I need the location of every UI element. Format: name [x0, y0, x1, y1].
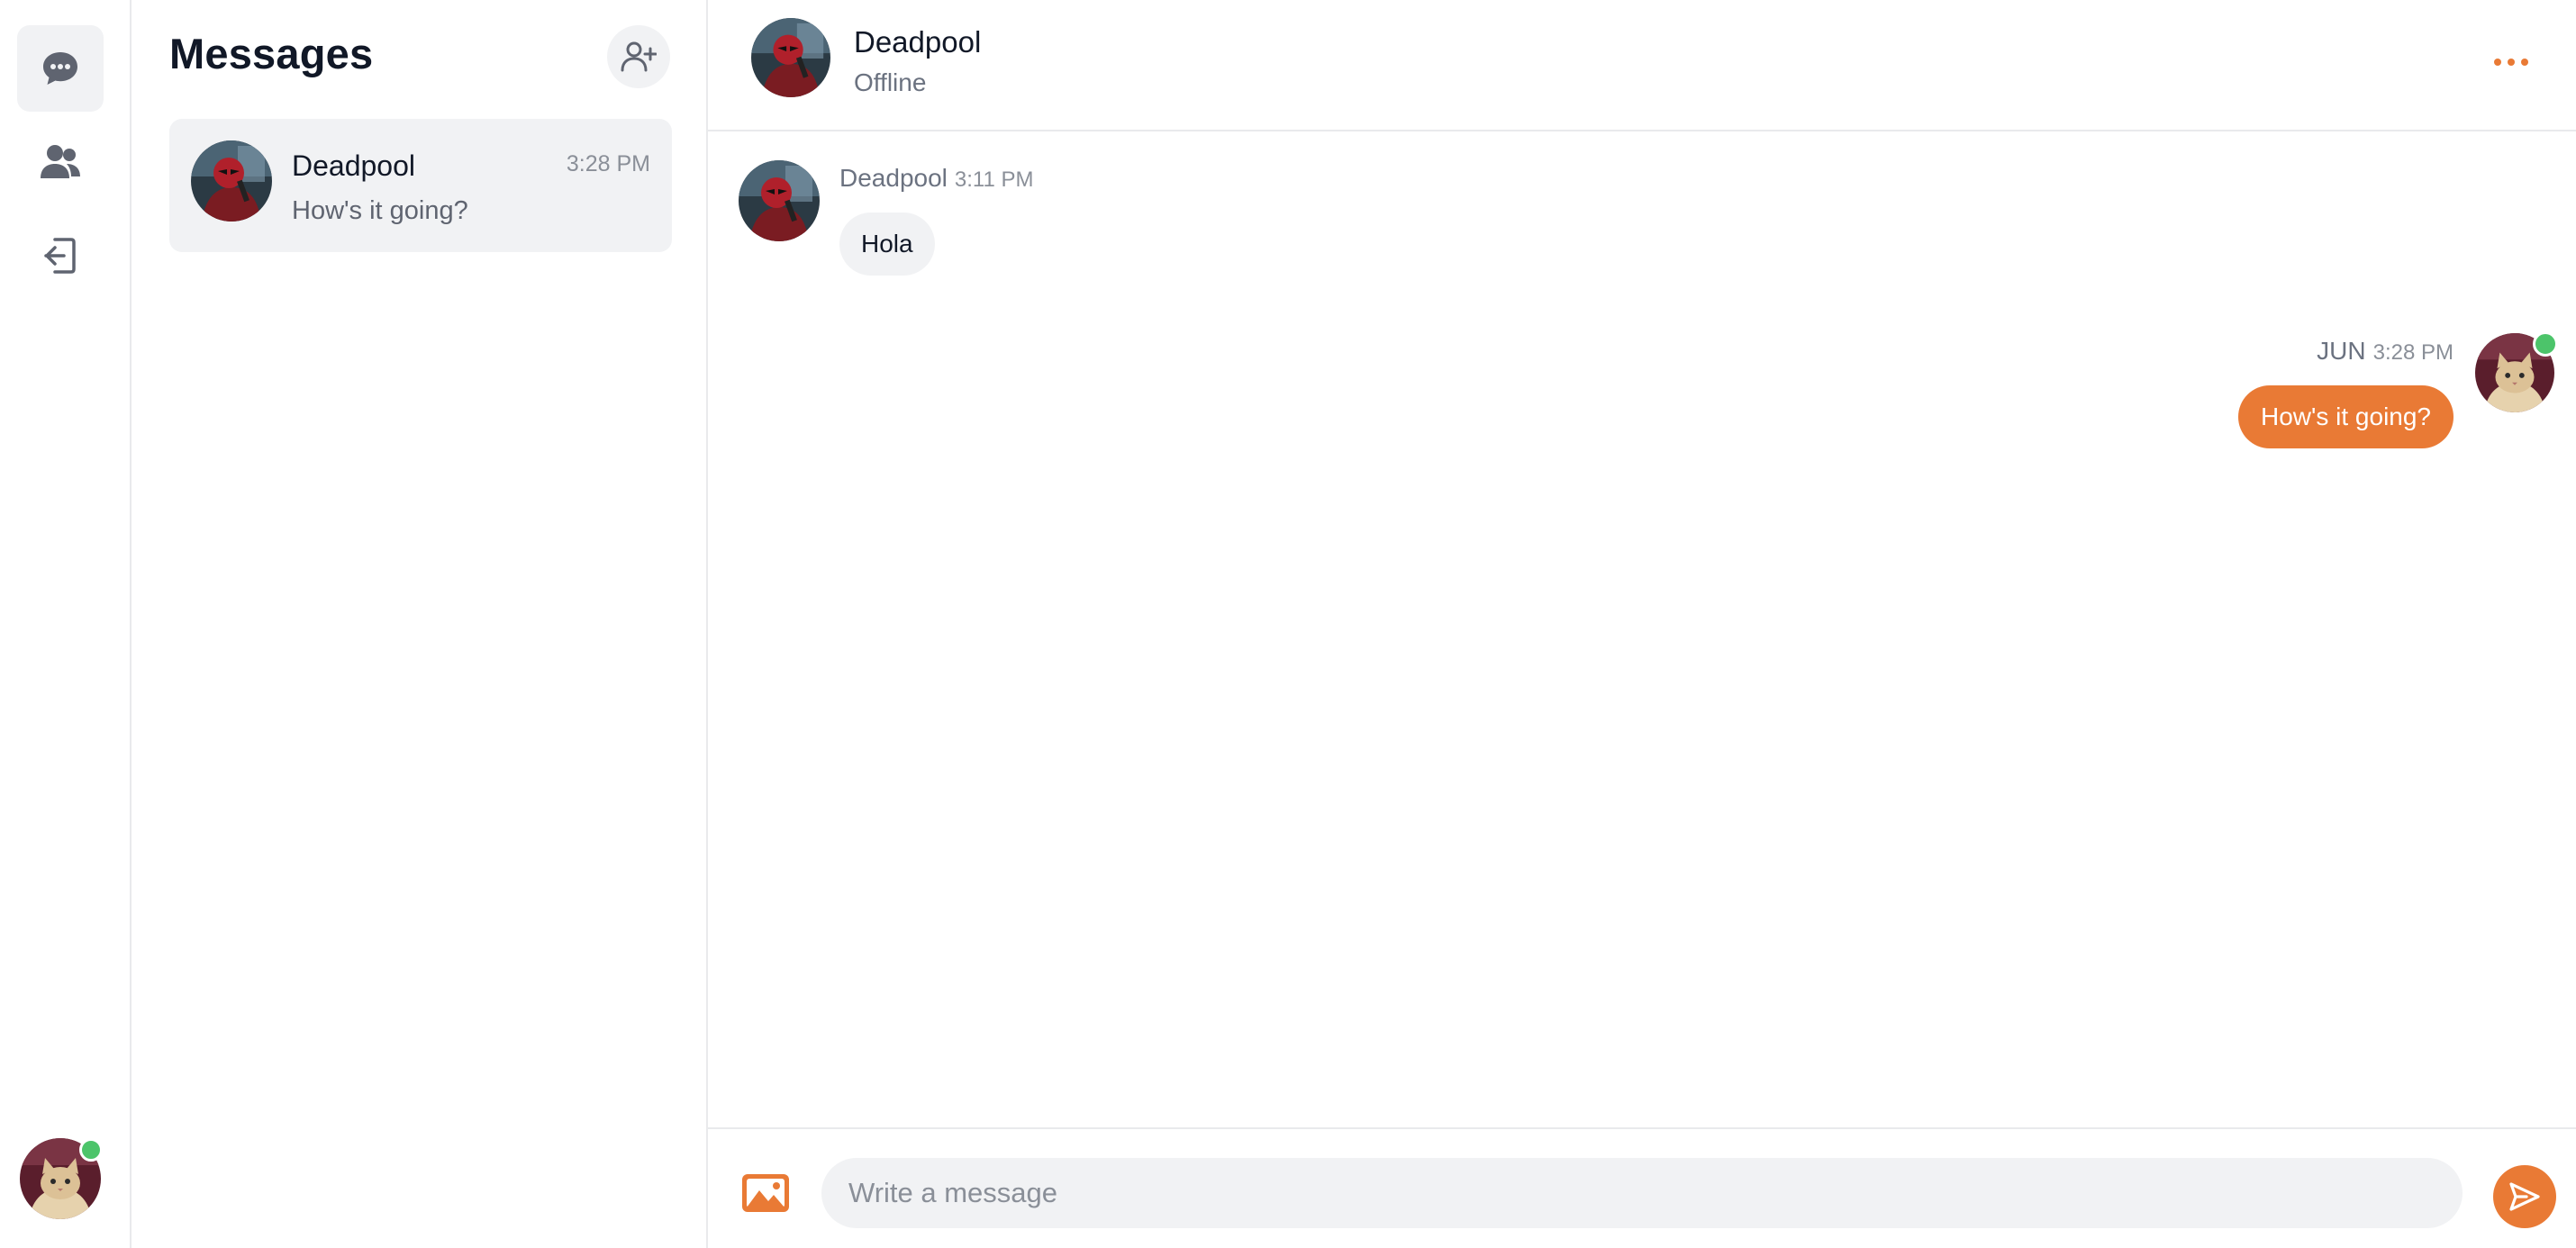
message-input[interactable] [821, 1158, 2463, 1228]
message-sender: Deadpool [839, 164, 948, 192]
chat-panel: Deadpool Offline Deadpool 3:11 PM Hola JU… [708, 0, 2576, 1248]
message-sender: JUN [2317, 337, 2366, 365]
send-button[interactable] [2493, 1165, 2556, 1228]
contact-status: Offline [854, 68, 927, 96]
avatar[interactable] [751, 18, 830, 97]
add-contact-button[interactable] [607, 25, 670, 88]
contact-name: Deadpool [854, 25, 982, 59]
conversation-preview: How's it going? [292, 196, 468, 225]
add-user-icon [621, 41, 657, 72]
online-indicator [79, 1138, 103, 1162]
logout-icon [44, 238, 76, 274]
rail-contacts-button[interactable] [17, 119, 104, 205]
conversation-item[interactable]: Deadpool 3:28 PM How's it going? [169, 119, 672, 252]
avatar [739, 160, 820, 241]
rail-messages-button[interactable] [17, 25, 104, 112]
chat-header: Deadpool Offline [708, 0, 2576, 131]
rail-logout-button[interactable] [17, 213, 104, 299]
attach-image-button[interactable] [740, 1171, 791, 1216]
message-composer [708, 1127, 2576, 1248]
page-title: Messages [169, 30, 374, 77]
message-meta: JUN 3:28 PM [2317, 337, 2454, 366]
send-icon [2509, 1182, 2540, 1211]
message-time: 3:11 PM [954, 167, 1034, 192]
conversation-name: Deadpool [292, 149, 415, 182]
conversation-time: 3:28 PM [566, 151, 650, 176]
message-time: 3:28 PM [2372, 340, 2454, 365]
conversation-list-panel: Messages Deadpool 3:28 PM How's it going… [132, 0, 708, 1248]
current-user-avatar[interactable] [20, 1138, 103, 1219]
more-horizontal-icon [2494, 59, 2501, 66]
online-indicator [2533, 331, 2558, 357]
more-options-button[interactable] [2484, 41, 2538, 83]
avatar [191, 140, 272, 222]
message-meta: Deadpool 3:11 PM [839, 164, 1033, 193]
avatar [2475, 331, 2558, 412]
side-rail [0, 0, 132, 1248]
message-bubble-outgoing: How's it going? [2238, 385, 2454, 448]
users-icon [41, 145, 80, 178]
image-icon [742, 1174, 789, 1212]
chat-bubble-icon [43, 52, 77, 85]
message-bubble-incoming: Hola [839, 213, 935, 276]
